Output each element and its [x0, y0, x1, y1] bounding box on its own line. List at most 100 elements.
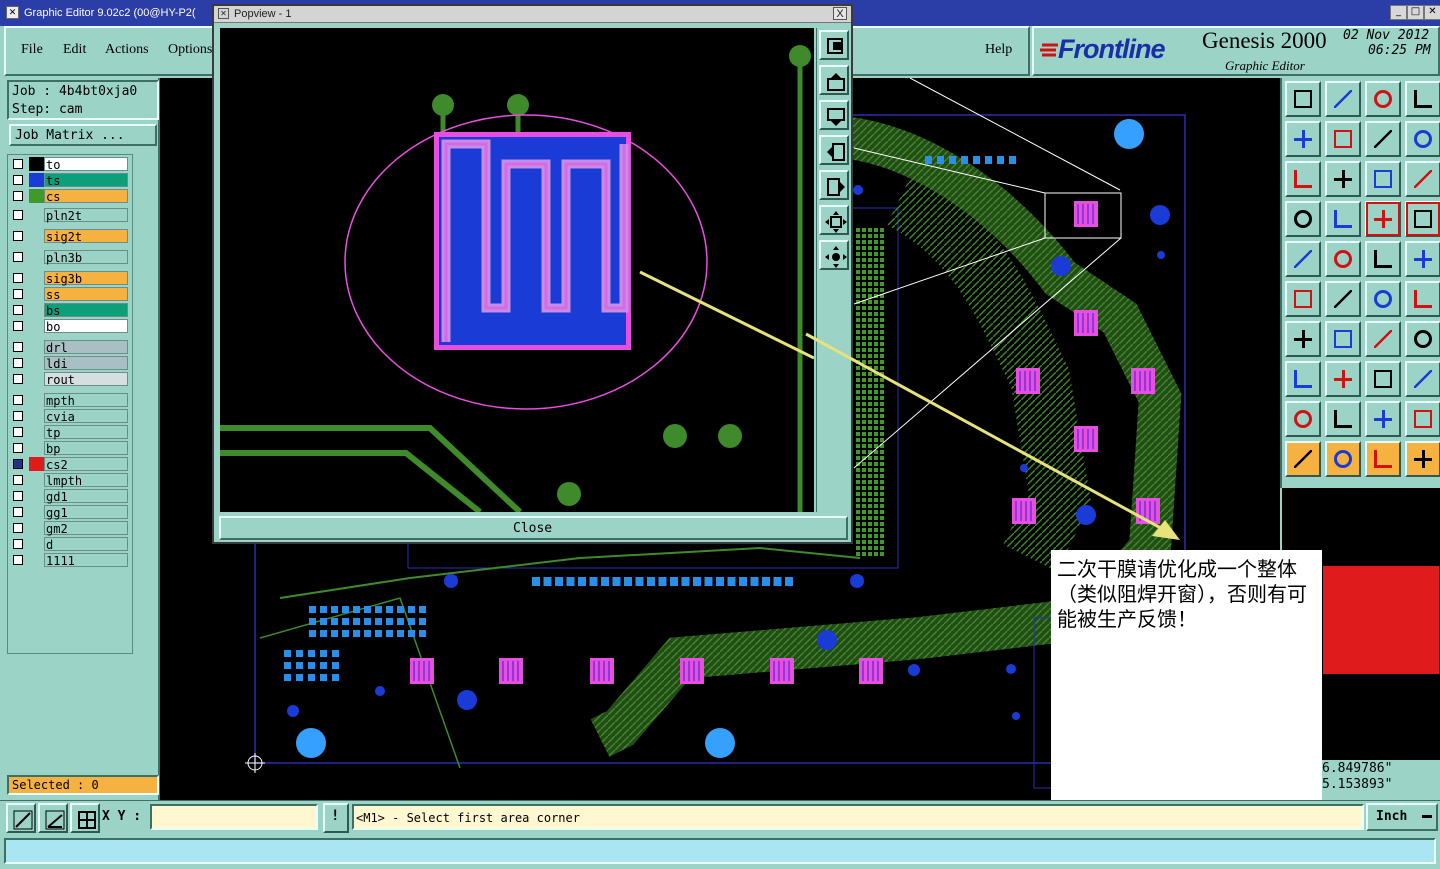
layer-checkbox[interactable]	[13, 252, 23, 262]
layer-checkbox[interactable]	[13, 459, 23, 469]
layer-clip-button[interactable]	[1285, 201, 1321, 237]
popview-menu-icon[interactable]: ✕	[218, 8, 229, 19]
layer-row-mpth[interactable]: mpth	[11, 393, 128, 408]
layer-checkbox[interactable]	[13, 507, 23, 517]
layer-name[interactable]: d	[44, 537, 128, 552]
layer-row-bo[interactable]: bo	[11, 319, 128, 334]
arc-up-button[interactable]	[1365, 401, 1401, 437]
layer-row-d[interactable]: d	[11, 537, 128, 552]
layer-name[interactable]: pln3b	[44, 250, 128, 265]
pointer-box-button[interactable]	[1325, 441, 1361, 477]
dash-line-button[interactable]	[1325, 361, 1361, 397]
layer-checkbox[interactable]	[13, 358, 23, 368]
pop-zoom-in-button[interactable]	[819, 30, 849, 60]
menu-options[interactable]: Options	[168, 42, 212, 58]
layer-row-sig2t[interactable]: sig2t	[11, 229, 128, 244]
layer-row-cvia[interactable]: cvia	[11, 409, 128, 424]
layer-row-rout[interactable]: rout	[11, 372, 128, 387]
popview-close-x-button[interactable]: X	[833, 7, 847, 20]
layer-name[interactable]: pln2t	[44, 208, 128, 223]
layer-checkbox[interactable]	[13, 523, 23, 533]
move-button[interactable]	[1365, 361, 1401, 397]
layer-name[interactable]: sig2t	[44, 229, 128, 244]
layer-checkbox[interactable]	[13, 289, 23, 299]
layer-name[interactable]: cs2	[44, 457, 128, 472]
snap-mode-button[interactable]	[6, 803, 36, 833]
layer-row-bs[interactable]: bs	[11, 303, 128, 318]
layer-row-to[interactable]: to	[11, 157, 128, 172]
layer-name[interactable]: drl	[44, 340, 128, 355]
triangle-button[interactable]	[1325, 401, 1361, 437]
split-view-button[interactable]	[1405, 81, 1440, 117]
layer-row-ts[interactable]: ts	[11, 173, 128, 188]
rotate-button[interactable]	[1365, 321, 1401, 357]
pointer-button[interactable]	[1285, 441, 1321, 477]
job-matrix-button[interactable]: Job Matrix ...	[9, 124, 157, 146]
app-menu-icon[interactable]: ✕	[6, 6, 19, 19]
pad-button[interactable]	[1285, 361, 1321, 397]
zoom-fit-button[interactable]	[1325, 161, 1361, 197]
layers-alt-button[interactable]	[1405, 201, 1440, 237]
fit-screen-button[interactable]	[1285, 161, 1321, 197]
layer-row-pln3b[interactable]: pln3b	[11, 250, 128, 265]
layer-row-drl[interactable]: drl	[11, 340, 128, 355]
layer-row-ldi[interactable]: ldi	[11, 356, 128, 371]
layer-name[interactable]: sig3b	[44, 271, 128, 286]
layer-checkbox[interactable]	[13, 443, 23, 453]
angle-mode-button[interactable]	[38, 803, 68, 833]
mirror-button[interactable]	[1405, 321, 1440, 357]
snap-button[interactable]	[1405, 121, 1440, 157]
layer-row-gg1[interactable]: gg1	[11, 505, 128, 520]
vector-red-button[interactable]	[1405, 281, 1440, 317]
line-button[interactable]	[1325, 321, 1361, 357]
layer-row-ss[interactable]: ss	[11, 287, 128, 302]
house-button[interactable]	[1365, 81, 1401, 117]
vector-button[interactable]	[1365, 281, 1401, 317]
layer-row-lmpth[interactable]: lmpth	[11, 473, 128, 488]
group-button[interactable]	[1405, 361, 1440, 397]
layer-name[interactable]: to	[44, 157, 128, 172]
layer-checkbox[interactable]	[13, 374, 23, 384]
pop-down-button[interactable]	[819, 100, 849, 130]
layer-checkbox[interactable]	[13, 411, 23, 421]
layer-row-pln2t[interactable]: pln2t	[11, 208, 128, 223]
layer-checkbox[interactable]	[13, 210, 23, 220]
layer-checkbox[interactable]	[13, 342, 23, 352]
layer-checkbox[interactable]	[13, 321, 23, 331]
layer-name[interactable]: gd1	[44, 489, 128, 504]
layer-checkbox[interactable]	[13, 491, 23, 501]
layer-row-cs[interactable]: cs	[11, 189, 128, 204]
layer-name[interactable]: bp	[44, 441, 128, 456]
layer-name[interactable]: ss	[44, 287, 128, 302]
layer-name[interactable]: gg1	[44, 505, 128, 520]
layer-name[interactable]: bs	[44, 303, 128, 318]
pop-up-button[interactable]	[819, 65, 849, 95]
popview-close-button[interactable]: Close	[219, 516, 848, 540]
circle-dot-button[interactable]	[1405, 241, 1440, 277]
layer-checkbox[interactable]	[13, 305, 23, 315]
ruler-button[interactable]	[1365, 241, 1401, 277]
pointer-path-button[interactable]	[1405, 441, 1440, 477]
popview-canvas[interactable]	[220, 28, 815, 515]
layer-name[interactable]: bo	[44, 319, 128, 334]
layer-name[interactable]: ldi	[44, 356, 128, 371]
layers-red-button[interactable]	[1365, 201, 1401, 237]
select-point-button[interactable]	[1285, 241, 1321, 277]
layer-row-tp[interactable]: tp	[11, 425, 128, 440]
unit-selector[interactable]: Inch	[1366, 803, 1438, 831]
menu-edit[interactable]: Edit	[63, 42, 86, 58]
layer-name[interactable]: cs	[44, 189, 128, 204]
layer-checkbox[interactable]	[13, 175, 23, 185]
net-button[interactable]	[1285, 281, 1321, 317]
zoom-back-button[interactable]	[1325, 81, 1361, 117]
xy-input[interactable]	[150, 804, 318, 830]
layer-checkbox[interactable]	[13, 475, 23, 485]
pointer-circle-button[interactable]	[1365, 441, 1401, 477]
layer-name[interactable]: rout	[44, 372, 128, 387]
layer-name[interactable]: mpth	[44, 393, 128, 408]
grid-mode-button[interactable]	[70, 803, 100, 833]
layer-row-cs2[interactable]: cs2	[11, 457, 128, 472]
zoom-home-button[interactable]	[1285, 81, 1321, 117]
triangle-red-button[interactable]	[1285, 401, 1321, 437]
pop-right-button[interactable]	[819, 170, 849, 200]
